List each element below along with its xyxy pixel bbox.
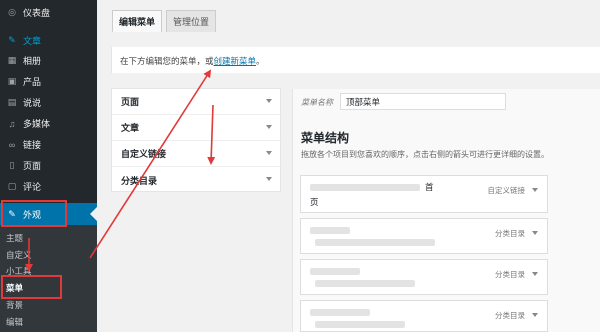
sidebar-item-label: 评论	[23, 182, 42, 192]
accordion-label: 自定义链接	[121, 149, 167, 159]
main-content: 编辑菜单 管理位置 在下方编辑您的菜单，或创建新菜单。 页面 文章 自定义链接 …	[97, 0, 600, 332]
notice-text: 在下方编辑您的菜单，或	[120, 56, 214, 66]
sidebar-item-label: 多媒体	[23, 119, 51, 129]
accordion-label: 页面	[121, 97, 140, 107]
sidebar-item-label: 页面	[23, 161, 42, 171]
caret-down-icon[interactable]	[532, 313, 538, 317]
caret-down-icon[interactable]	[532, 188, 538, 192]
create-new-menu-link[interactable]: 创建新菜单	[214, 56, 257, 66]
comments-icon: ▢	[7, 181, 17, 191]
tab-edit-menus[interactable]: 编辑菜单	[112, 10, 162, 32]
menu-item-type: 分类目录	[495, 270, 525, 279]
sidebar-item-links[interactable]: ∞ 链接	[0, 134, 97, 155]
blurred-title	[315, 280, 415, 287]
caret-down-icon	[266, 125, 272, 129]
blurred-title	[315, 321, 405, 328]
sidebar-item-label: 文章	[23, 36, 42, 46]
notice-bar: 在下方编辑您的菜单，或创建新菜单。	[111, 47, 600, 73]
menu-item[interactable]: 分类目录	[300, 300, 548, 332]
pin-icon: ✎	[8, 35, 16, 45]
sidebar-item-label: 仪表盘	[23, 8, 51, 18]
sidebar-item-products[interactable]: ▣ 产品	[0, 71, 97, 92]
menu-item-type: 分类目录	[495, 229, 525, 238]
accordion-label: 文章	[121, 123, 140, 133]
sidebar-item-label: 相册	[23, 56, 42, 66]
caret-down-icon	[266, 177, 272, 181]
link-icon: ∞	[8, 139, 16, 150]
sidebar-item-pages[interactable]: ▯ 页面	[0, 155, 97, 176]
menu-item-type: 分类目录	[495, 311, 525, 320]
tab-manage-locations[interactable]: 管理位置	[166, 10, 216, 32]
submenu-themes[interactable]: 主题	[6, 232, 23, 244]
blurred-title	[310, 309, 370, 316]
menu-item-title-cont: 页	[310, 197, 319, 207]
sidebar-item-media[interactable]: ♫ 多媒体	[0, 113, 97, 134]
blurred-title	[310, 227, 350, 234]
highlight-box-appearance	[1, 200, 67, 227]
page-icon: ▯	[9, 160, 15, 170]
menu-structure-desc: 拖放各个项目到您喜欢的顺序，点击右侧的箭头可进行更详细的设置。	[301, 150, 549, 159]
menu-name-input[interactable]	[340, 93, 506, 110]
accordion-custom-links[interactable]: 自定义链接	[112, 141, 282, 167]
blurred-title	[315, 239, 435, 246]
sidebar-item-comments[interactable]: ▢ 评论	[0, 176, 97, 197]
menu-item-type: 自定义链接	[487, 186, 526, 195]
comment-icon: ▤	[7, 97, 17, 107]
blurred-title	[310, 268, 360, 275]
menu-item[interactable]: 分类目录	[300, 259, 548, 295]
notice-end: 。	[256, 56, 265, 66]
menu-item-title: 首	[425, 182, 434, 192]
menu-item[interactable]: 首 页 自定义链接	[300, 175, 548, 213]
media-icon: ♫	[8, 118, 16, 129]
submenu-editor[interactable]: 编辑	[6, 316, 23, 328]
submenu-background[interactable]: 背景	[6, 299, 23, 311]
sidebar-item-label: 链接	[23, 140, 42, 150]
menu-structure-title: 菜单结构	[301, 131, 350, 145]
accordion-posts[interactable]: 文章	[112, 115, 282, 141]
sidebar-item-gallery[interactable]: ▦ 相册	[0, 50, 97, 71]
highlight-box-menus	[1, 275, 62, 299]
gallery-icon: ▦	[7, 55, 17, 65]
accordion-categories[interactable]: 分类目录	[112, 167, 282, 193]
sidebar-item-label: 说说	[23, 98, 42, 108]
menu-editor-panel: 菜单名称 菜单结构 拖放各个项目到您喜欢的顺序，点击右侧的箭头可进行更详细的设置…	[292, 89, 600, 332]
sidebar-item-dashboard[interactable]: ◎ 仪表盘	[0, 2, 97, 23]
menu-name-label: 菜单名称	[301, 98, 333, 107]
menu-item[interactable]: 分类目录	[300, 218, 548, 254]
dashboard-icon: ◎	[8, 7, 16, 17]
accordion-pages[interactable]: 页面	[112, 89, 282, 115]
caret-down-icon	[266, 151, 272, 155]
admin-sidebar: ◎ 仪表盘 ✎ 文章 ▦ 相册 ▣ 产品 ▤ 说说 ♫ 多媒体 ∞ 链接 ▯ 页…	[0, 0, 97, 332]
caret-down-icon[interactable]	[532, 272, 538, 276]
accordion-label: 分类目录	[121, 175, 158, 186]
current-menu-arrow	[90, 207, 97, 221]
caret-down-icon[interactable]	[532, 231, 538, 235]
blurred-title	[310, 184, 420, 191]
cart-icon: ▣	[7, 76, 17, 86]
sidebar-item-label: 产品	[23, 77, 42, 87]
caret-down-icon	[266, 99, 272, 103]
sidebar-item-shuoshuo[interactable]: ▤ 说说	[0, 92, 97, 113]
add-menu-items-accordion: 页面 文章 自定义链接 分类目录	[111, 88, 282, 193]
sidebar-item-posts[interactable]: ✎ 文章	[0, 30, 97, 51]
submenu-customize[interactable]: 自定义	[6, 249, 32, 261]
